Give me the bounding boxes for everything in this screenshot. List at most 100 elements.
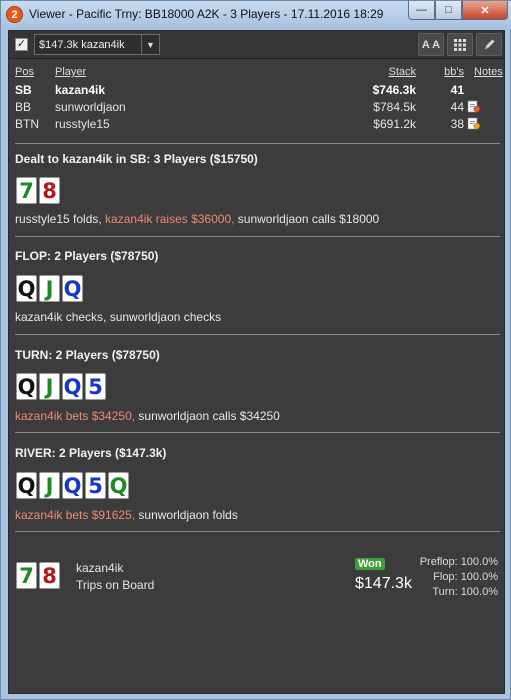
chevron-down-icon: ▼ xyxy=(141,35,159,54)
card: Q xyxy=(62,275,83,302)
player-row[interactable]: SB kazan4ik $746.3k 41 xyxy=(15,82,499,99)
player-note-icon[interactable] xyxy=(467,117,480,131)
won-amount: $147.3k xyxy=(355,575,412,592)
player-pos: SB xyxy=(15,83,32,97)
turn-actions: kazan4ik bets $34250, sunworldjaon calls… xyxy=(15,409,280,423)
card: 7 xyxy=(16,562,37,589)
toolbar: ✓ $147.3k kazan4ik ▼ A A xyxy=(9,31,504,59)
flop-cards: Q J Q xyxy=(16,275,83,302)
equity-flop: Flop: 100.0% xyxy=(433,571,498,583)
grid-view-button[interactable] xyxy=(447,33,473,56)
card: J xyxy=(39,275,60,302)
equity-label: Turn: xyxy=(432,586,458,598)
card: Q xyxy=(16,275,37,302)
player-row[interactable]: BB sunworldjaon $784.5k 44 xyxy=(15,99,499,116)
grid-icon xyxy=(454,38,466,51)
player-bbs: 44 xyxy=(450,100,464,114)
players-table: Pos Player Stack bb's Notes SB kazan4ik … xyxy=(15,65,503,133)
app-logo-icon: 2 xyxy=(6,6,23,23)
preflop-title: Dealt to kazan4ik in SB: 3 Players ($157… xyxy=(15,152,258,166)
hand-select-value: $147.3k kazan4ik xyxy=(39,38,125,51)
summary-player: kazan4ik xyxy=(76,561,124,575)
card: Q xyxy=(16,373,37,400)
action-text: russtyle15 folds, xyxy=(15,212,106,226)
title-bar[interactable]: 2 Viewer - Pacific Trny: BB18000 A2K - 3… xyxy=(1,1,511,29)
hole-cards: 7 8 xyxy=(16,177,60,204)
player-name: sunworldjaon xyxy=(55,100,126,114)
preflop-actions: russtyle15 folds, kazan4ik raises $36000… xyxy=(15,212,379,226)
edit-button[interactable] xyxy=(476,33,502,56)
card: 7 xyxy=(16,177,37,204)
player-pos: BTN xyxy=(15,117,39,131)
font-size-button[interactable]: A A xyxy=(418,33,444,56)
minimize-button[interactable]: — xyxy=(408,1,435,20)
card: 5 xyxy=(85,373,106,400)
close-button[interactable]: ✕ xyxy=(462,1,508,20)
equity-preflop: Preflop: 100.0% xyxy=(420,556,498,568)
equity-label: Flop: xyxy=(433,571,458,583)
flop-actions: kazan4ik checks, sunworldjaon checks xyxy=(15,310,222,324)
col-pos-header[interactable]: Pos xyxy=(15,66,34,78)
player-pos: BB xyxy=(15,100,32,114)
players-header-row: Pos Player Stack bb's Notes xyxy=(15,65,503,82)
player-row[interactable]: BTN russtyle15 $691.2k 38 xyxy=(15,116,499,133)
maximize-icon: □ xyxy=(445,4,452,16)
river-title: RIVER: 2 Players ($147.3k) xyxy=(15,446,167,460)
col-player-header[interactable]: Player xyxy=(55,66,86,78)
equity-label: Preflop: xyxy=(419,556,458,568)
flop-title: FLOP: 2 Players ($78750) xyxy=(15,249,159,263)
col-notes-header[interactable]: Notes xyxy=(474,66,503,78)
divider xyxy=(15,143,500,144)
divider xyxy=(15,236,500,237)
card: 8 xyxy=(39,177,60,204)
turn-cards: Q J Q 5 xyxy=(16,373,106,400)
hero-action-text: kazan4ik bets $34250, xyxy=(15,409,139,423)
maximize-button[interactable]: □ xyxy=(435,1,462,20)
river-cards: Q J Q 5 Q xyxy=(16,472,129,499)
pencil-icon xyxy=(484,39,494,50)
action-text: sunworldjaon folds xyxy=(138,508,238,522)
divider xyxy=(15,334,500,335)
action-text: sunworldjaon calls $18000 xyxy=(237,212,380,226)
auto-update-checkbox[interactable]: ✓ xyxy=(15,38,28,51)
player-bbs: 38 xyxy=(450,117,464,131)
hero-action-text: kazan4ik raises $36000, xyxy=(105,212,238,226)
equity-turn: Turn: 100.0% xyxy=(432,586,498,598)
card: J xyxy=(39,472,60,499)
divider xyxy=(15,531,500,532)
card: 8 xyxy=(39,562,60,589)
player-name: kazan4ik xyxy=(55,83,106,97)
card: Q xyxy=(62,373,83,400)
hand-select-dropdown[interactable]: $147.3k kazan4ik ▼ xyxy=(34,34,160,55)
player-stack: $691.2k xyxy=(373,117,416,131)
equity-value: 100.0% xyxy=(460,571,498,583)
col-stack-header[interactable]: Stack xyxy=(388,66,416,78)
river-actions: kazan4ik bets $91625, sunworldjaon folds xyxy=(15,508,238,522)
window-title: Viewer - Pacific Trny: BB18000 A2K - 3 P… xyxy=(29,7,384,21)
player-stack: $784.5k xyxy=(373,100,416,114)
card: Q xyxy=(62,472,83,499)
player-stack: $746.3k xyxy=(372,83,416,97)
window-controls: — □ ✕ xyxy=(408,1,508,21)
player-bbs: 41 xyxy=(450,83,464,97)
card: Q xyxy=(108,472,129,499)
player-name: russtyle15 xyxy=(55,117,110,131)
action-text: sunworldjaon calls $34250 xyxy=(138,409,280,423)
checkmark-icon: ✓ xyxy=(16,38,27,50)
summary-hand: Trips on Board xyxy=(76,578,155,592)
equity-value: 100.0% xyxy=(460,556,498,568)
minimize-icon: — xyxy=(416,4,427,16)
card: Q xyxy=(16,472,37,499)
viewer-content: ✓ $147.3k kazan4ik ▼ A A Pos Player Stac… xyxy=(8,30,505,694)
summary-cards: 7 8 xyxy=(16,562,60,589)
turn-title: TURN: 2 Players ($78750) xyxy=(15,348,160,362)
card: J xyxy=(39,373,60,400)
divider xyxy=(15,432,500,433)
player-note-icon[interactable] xyxy=(467,100,480,114)
equity-value: 100.0% xyxy=(460,586,498,598)
won-badge: Won xyxy=(355,558,385,570)
close-icon: ✕ xyxy=(480,4,490,17)
card: 5 xyxy=(85,472,106,499)
col-bbs-header[interactable]: bb's xyxy=(444,66,464,78)
font-size-icon: A A xyxy=(421,38,441,51)
